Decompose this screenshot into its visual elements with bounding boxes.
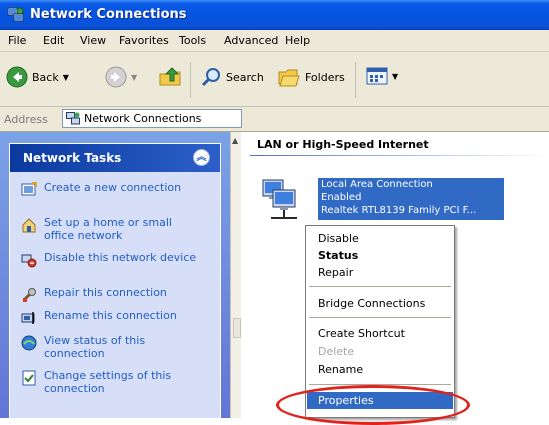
collapse-chevron-icon[interactable]: ︽ bbox=[193, 149, 210, 166]
menu-bar: File Edit View Favorites Tools Advanced … bbox=[0, 30, 549, 52]
back-button[interactable]: Back ▼ bbox=[6, 66, 69, 88]
forward-arrow-icon bbox=[105, 66, 127, 88]
task-create-new-connection[interactable]: Create a new connection bbox=[21, 181, 211, 215]
forward-dropdown-icon[interactable]: ▼ bbox=[131, 73, 137, 82]
menu-favorites[interactable]: Favorites bbox=[119, 34, 169, 47]
menu-separator bbox=[309, 317, 451, 318]
address-label: Address bbox=[4, 113, 48, 126]
views-icon bbox=[366, 67, 388, 85]
network-tasks-title: Network Tasks bbox=[23, 151, 122, 165]
menu-edit[interactable]: Edit bbox=[43, 34, 64, 47]
task-change-settings[interactable]: Change settings of this connection bbox=[21, 369, 211, 403]
back-dropdown-icon[interactable]: ▼ bbox=[63, 73, 69, 82]
task-pane: Network Tasks ︽ Create a new connection … bbox=[0, 132, 230, 418]
task-label: Repair this connection bbox=[44, 286, 167, 299]
menu-item-rename[interactable]: Rename bbox=[307, 361, 453, 378]
search-button[interactable]: Search bbox=[200, 66, 264, 88]
menu-advanced[interactable]: Advanced bbox=[224, 34, 278, 47]
title-bar[interactable]: Network Connections bbox=[0, 0, 549, 30]
pane-scrollbar[interactable]: ▲ bbox=[230, 132, 241, 418]
address-field[interactable]: Network Connections bbox=[62, 109, 242, 128]
toolbar-separator bbox=[355, 62, 356, 98]
task-view-status[interactable]: View status of this connection bbox=[21, 334, 211, 368]
address-bar: Address Network Connections bbox=[0, 107, 549, 132]
connection-name: Local Area Connection bbox=[321, 179, 433, 190]
up-folder-button[interactable] bbox=[158, 64, 182, 88]
task-label: Set up a home or small office network bbox=[44, 216, 172, 242]
menu-separator bbox=[309, 286, 451, 287]
folders-icon bbox=[278, 69, 300, 87]
task-label: Disable this network device bbox=[44, 251, 197, 264]
settings-icon bbox=[22, 370, 36, 386]
search-icon bbox=[201, 68, 220, 87]
task-rename-connection[interactable]: Rename this connection bbox=[21, 309, 211, 329]
connection-device: Realtek RTL8139 Family PCI F... bbox=[321, 205, 477, 216]
status-icon bbox=[21, 335, 37, 351]
menu-file[interactable]: File bbox=[8, 34, 26, 47]
menu-tools[interactable]: Tools bbox=[179, 34, 206, 47]
search-label: Search bbox=[226, 70, 264, 84]
rename-icon bbox=[21, 312, 35, 324]
menu-item-disable[interactable]: Disable bbox=[307, 230, 453, 247]
menu-item-status[interactable]: Status bbox=[307, 247, 453, 264]
repair-icon bbox=[22, 288, 36, 302]
scroll-grip[interactable] bbox=[233, 318, 241, 338]
network-connections-icon bbox=[7, 7, 24, 22]
network-tasks-header[interactable]: Network Tasks ︽ bbox=[10, 144, 220, 172]
views-button[interactable]: ▼ bbox=[366, 66, 398, 86]
toolbar: Back ▼ ▼ Search Folders ▼ bbox=[0, 52, 549, 107]
network-tasks-panel: Network Tasks ︽ Create a new connection … bbox=[9, 143, 221, 418]
menu-item-create-shortcut[interactable]: Create Shortcut bbox=[307, 325, 453, 342]
menu-view[interactable]: View bbox=[80, 34, 106, 47]
views-dropdown-icon[interactable]: ▼ bbox=[392, 72, 398, 81]
address-value: Network Connections bbox=[84, 112, 202, 125]
menu-help[interactable]: Help bbox=[285, 34, 310, 47]
task-label: Create a new connection bbox=[44, 181, 182, 194]
folders-button[interactable]: Folders bbox=[277, 66, 345, 88]
back-arrow-icon bbox=[6, 66, 28, 88]
menu-item-delete: Delete bbox=[318, 345, 355, 358]
forward-button[interactable]: ▼ bbox=[105, 66, 137, 88]
home-network-icon bbox=[22, 218, 36, 233]
annotation-ellipse bbox=[276, 385, 470, 425]
task-repair-connection[interactable]: Repair this connection bbox=[21, 286, 211, 306]
task-disable-device[interactable]: Disable this network device bbox=[21, 251, 211, 285]
back-label: Back bbox=[32, 70, 59, 84]
task-label: Rename this connection bbox=[44, 309, 177, 322]
task-label: Change settings of this connection bbox=[44, 369, 172, 395]
local-area-connection-icon[interactable] bbox=[259, 174, 307, 222]
menu-item-repair[interactable]: Repair bbox=[307, 264, 453, 281]
connection-status: Enabled bbox=[321, 192, 362, 203]
menu-item-bridge-connections[interactable]: Bridge Connections bbox=[307, 295, 453, 312]
group-header: LAN or High-Speed Internet bbox=[257, 138, 429, 151]
folders-label: Folders bbox=[305, 70, 345, 84]
scroll-up-arrow-icon[interactable]: ▲ bbox=[232, 136, 238, 145]
up-folder-icon bbox=[159, 67, 181, 86]
group-divider bbox=[250, 155, 549, 156]
network-connections-icon bbox=[66, 112, 80, 125]
disable-device-icon bbox=[21, 254, 37, 268]
new-connection-icon bbox=[21, 182, 37, 196]
toolbar-separator bbox=[190, 62, 191, 98]
task-home-network[interactable]: Set up a home or small office network bbox=[21, 216, 211, 250]
connection-label-selected[interactable]: Local Area Connection Enabled Realtek RT… bbox=[318, 178, 504, 220]
task-label: View status of this connection bbox=[44, 334, 146, 360]
window-title: Network Connections bbox=[30, 7, 187, 22]
